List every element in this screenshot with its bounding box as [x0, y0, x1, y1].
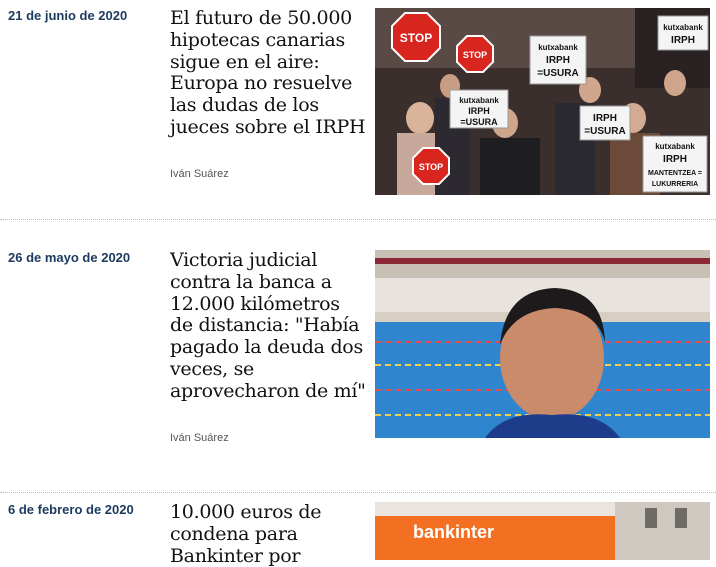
- article-divider: [0, 219, 716, 220]
- article-date: 6 de febrero de 2020: [8, 502, 134, 517]
- svg-text:kutxabank: kutxabank: [663, 23, 703, 32]
- svg-text:=USURA: =USURA: [460, 117, 498, 127]
- placard: kutxabank IRPH =USURA: [449, 89, 509, 129]
- stop-sign: STOP: [412, 147, 450, 185]
- article-thumbnail[interactable]: bankinter: [375, 502, 710, 560]
- protest-photo: STOP STOP STOP kutxabank IRPH =USURA kut…: [375, 8, 710, 195]
- article-date: 26 de mayo de 2020: [8, 250, 131, 265]
- svg-text:bankinter: bankinter: [413, 522, 494, 542]
- placard: kutxabank IRPH MANTENTZEA = LUKURRERIA: [642, 135, 708, 193]
- stop-sign: STOP: [391, 12, 441, 62]
- svg-text:LUKURRERIA: LUKURRERIA: [652, 181, 698, 188]
- svg-text:IRPH: IRPH: [671, 35, 695, 46]
- svg-text:IRPH: IRPH: [468, 106, 490, 116]
- article-author[interactable]: Iván Suárez: [170, 168, 229, 180]
- svg-text:kutxabank: kutxabank: [538, 43, 578, 52]
- article-thumbnail[interactable]: STOP STOP STOP kutxabank IRPH =USURA kut…: [375, 8, 710, 195]
- article-author[interactable]: Iván Suárez: [170, 432, 229, 444]
- svg-text:IRPH: IRPH: [593, 113, 617, 124]
- svg-text:kutxabank: kutxabank: [459, 96, 499, 105]
- stop-sign: STOP: [456, 35, 494, 73]
- svg-text:=USURA: =USURA: [537, 68, 578, 79]
- svg-text:STOP: STOP: [400, 31, 432, 45]
- article-divider: [0, 492, 716, 493]
- article-thumbnail[interactable]: [375, 250, 710, 438]
- article-headline[interactable]: Victoria judicial contra la banca a 12.0…: [170, 249, 366, 403]
- svg-text:IRPH: IRPH: [663, 154, 687, 165]
- article-headline[interactable]: El futuro de 50.000 hipotecas canarias s…: [170, 7, 366, 139]
- svg-text:STOP: STOP: [419, 162, 443, 172]
- placard: kutxabank IRPH: [657, 15, 709, 51]
- svg-text:IRPH: IRPH: [546, 55, 570, 66]
- swimming-pool-photo: [375, 250, 710, 438]
- article-date: 21 de junio de 2020: [8, 8, 128, 23]
- svg-text:MANTENTZEA =: MANTENTZEA =: [648, 170, 702, 177]
- placard: IRPH =USURA: [579, 105, 631, 141]
- article-headline[interactable]: 10.000 euros de condena para Bankinter p…: [170, 501, 366, 567]
- placard: kutxabank IRPH =USURA: [529, 35, 587, 85]
- svg-text:kutxabank: kutxabank: [655, 142, 695, 151]
- svg-text:=USURA: =USURA: [584, 126, 625, 137]
- bankinter-photo: bankinter: [375, 502, 710, 560]
- svg-text:STOP: STOP: [463, 50, 487, 60]
